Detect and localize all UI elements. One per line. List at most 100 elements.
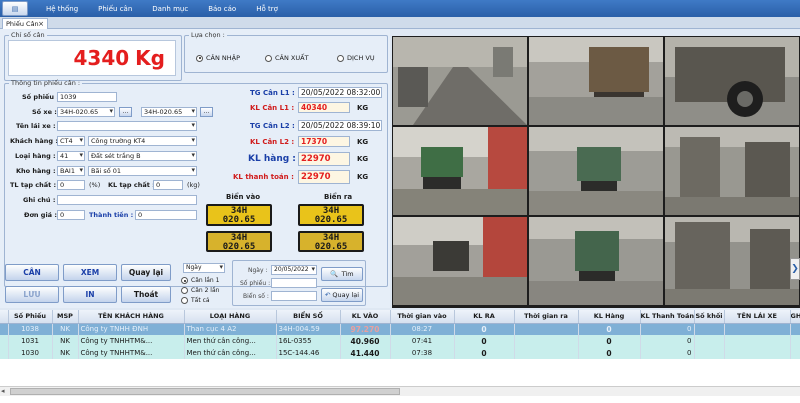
- kl-tap-chat-label: KL tạp chất :: [108, 181, 155, 189]
- plate-out-photo-2: 34H 020.65: [298, 231, 364, 252]
- col-thoi-gian-vao[interactable]: Thời gian vào: [390, 310, 455, 324]
- kl-hang-value: 22970: [298, 152, 350, 166]
- cell-ten-lai-xe: [724, 347, 791, 359]
- cell-so-khoi: [694, 323, 725, 335]
- radio-can-lan-1[interactable]: Cân lần 1: [181, 277, 219, 284]
- radio-dich-vu[interactable]: DỊCH VỤ: [337, 54, 375, 62]
- weight-value: 4340: [73, 46, 130, 70]
- close-icon[interactable]: ×: [38, 19, 44, 29]
- horizontal-scrollbar[interactable]: ◂: [0, 386, 800, 396]
- col-bien-so[interactable]: BIỂN SỐ: [276, 310, 341, 324]
- table-row[interactable]: 1038 NK Công ty TNHH ĐNH Than cục 4 A2 3…: [0, 323, 800, 335]
- camera-view-9[interactable]: [665, 217, 799, 305]
- table-row[interactable]: 1030 NK Công ty TNHHTM&... Men thứ cân c…: [0, 347, 800, 359]
- so-xe-more-button-1[interactable]: ...: [119, 107, 132, 117]
- period-select[interactable]: Ngày: [183, 263, 225, 273]
- plate-in-photo-1: 34H 020.65: [206, 204, 272, 226]
- cell-so-phieu: 1030: [8, 347, 53, 359]
- khach-hang-code-combo[interactable]: CT4: [57, 136, 85, 146]
- in-button[interactable]: IN: [63, 286, 117, 303]
- menu-danh-muc[interactable]: Danh mục: [152, 5, 188, 13]
- ngay-picker[interactable]: 20/05/2022: [271, 265, 317, 275]
- table-row[interactable]: 1031 NK Công ty TNHHTM&... Men thứ cân c…: [0, 335, 800, 347]
- so-xe-more-button-2[interactable]: ...: [200, 107, 213, 117]
- kg-unit-label: (kg): [187, 181, 200, 189]
- camera-view-1[interactable]: [393, 37, 527, 125]
- thoat-button[interactable]: Thoát: [121, 286, 171, 303]
- tl-tap-chat-label: TL tạp chất :: [10, 181, 57, 189]
- cell-kl-vao: 97.270: [340, 323, 391, 335]
- so-xe-combo-1[interactable]: 34H-020.65: [57, 107, 115, 117]
- col-kl-thanh-toan[interactable]: KL Thanh Toán: [640, 310, 695, 324]
- scrollbar-thumb[interactable]: [10, 388, 400, 395]
- col-thoi-gian-ra[interactable]: Thời gian ra: [514, 310, 579, 324]
- menu-bao-cao[interactable]: Báo cáo: [208, 5, 236, 13]
- col-ten-lai-xe[interactable]: TÊN LÁI XE: [724, 310, 791, 324]
- col-kl-vao[interactable]: KL VÀO: [340, 310, 391, 324]
- col-gh[interactable]: GH: [790, 310, 800, 324]
- tl-tap-chat-field[interactable]: 0: [57, 180, 85, 190]
- radio-label: Cân 2 lần: [191, 287, 220, 294]
- cell-ten-khach-hang: Công ty TNHH ĐNH: [78, 323, 185, 335]
- camera-view-3[interactable]: [665, 37, 799, 125]
- kho-hang-code-combo[interactable]: BAI1: [57, 166, 85, 176]
- col-loai-hang[interactable]: LOẠI HÀNG: [184, 310, 277, 324]
- cell-thoi-gian-ra: [514, 335, 579, 347]
- col-ten-khach-hang[interactable]: TÊN KHÁCH HÀNG: [78, 310, 185, 324]
- so-phieu-field[interactable]: 1039: [57, 92, 117, 102]
- camera-view-6[interactable]: [665, 127, 799, 215]
- weighing-form: Chỉ số cân 4340 Kg Lựa chọn : CÂN NHẬP C…: [0, 29, 390, 308]
- col-msp[interactable]: MSP: [52, 310, 79, 324]
- xem-button[interactable]: XEM: [63, 264, 117, 281]
- camera-view-5[interactable]: [529, 127, 663, 215]
- thanh-tien-field[interactable]: 0: [135, 210, 197, 220]
- camera-view-8[interactable]: [529, 217, 663, 305]
- radio-can-2-lan[interactable]: Cân 2 lần: [181, 287, 219, 294]
- col-kl-ra[interactable]: KL RA: [454, 310, 515, 324]
- quay-lai-button[interactable]: Quay lại: [121, 264, 171, 281]
- col-kl-hang[interactable]: KL Hàng: [578, 310, 641, 324]
- so-phieu-search-field[interactable]: [271, 278, 317, 288]
- loai-hang-name-combo[interactable]: Đất sét trắng B: [88, 151, 197, 161]
- radio-can-nhap[interactable]: CÂN NHẬP: [196, 54, 240, 62]
- quay-lai-search-button[interactable]: ↶ Quay lại: [321, 288, 363, 302]
- tim-label: Tìm: [341, 270, 354, 278]
- radio-can-xuat[interactable]: CÂN XUẤT: [265, 54, 309, 62]
- khach-hang-name-combo[interactable]: Công trường KT4: [88, 136, 197, 146]
- camera-view-4[interactable]: [393, 127, 527, 215]
- cell-kl-vao: 40.960: [340, 335, 391, 347]
- tab-phieu-can[interactable]: Phiếu Cân ×: [2, 18, 48, 29]
- luu-button[interactable]: LƯU: [5, 286, 59, 303]
- cell-msp: NK: [52, 323, 79, 335]
- cell-kl-thanh-toan: 0: [640, 347, 695, 359]
- bien-vao-title: Biển vào: [226, 193, 260, 201]
- radio-tat-ca[interactable]: Tất cả: [181, 297, 210, 304]
- menu-he-thong[interactable]: Hệ thống: [46, 5, 78, 13]
- camera-view-7[interactable]: [393, 217, 527, 305]
- ghi-chu-field[interactable]: [57, 195, 197, 205]
- chevron-right-icon[interactable]: ❯: [790, 258, 800, 280]
- app-menu-icon[interactable]: ▤: [2, 1, 28, 16]
- scroll-left-icon[interactable]: ◂: [1, 387, 5, 395]
- cell-bien-so: 15C-144.46: [276, 347, 341, 359]
- cell-bien-so: 34H-004.59: [276, 323, 341, 335]
- col-so-phieu[interactable]: Số Phiếu: [8, 310, 53, 324]
- cell-kl-hang: 0: [578, 335, 641, 347]
- kl-tap-chat-field[interactable]: 0: [153, 180, 183, 190]
- kho-hang-name-combo[interactable]: Bãi số 01: [88, 166, 197, 176]
- can-button[interactable]: CÂN: [5, 264, 59, 281]
- tim-button[interactable]: 🔍 Tìm: [321, 267, 363, 281]
- col-so-khoi[interactable]: Số khối: [694, 310, 725, 324]
- ten-lai-xe-combo[interactable]: [57, 121, 197, 131]
- cell-kl-ra: 0: [454, 323, 515, 335]
- so-xe-combo-2[interactable]: 34H-020.65: [141, 107, 197, 117]
- bien-so-search-field[interactable]: [271, 291, 317, 301]
- loai-hang-code-combo[interactable]: 41: [57, 151, 85, 161]
- radio-label: CÂN XUẤT: [275, 54, 309, 62]
- menu-ho-tro[interactable]: Hỗ trợ: [256, 5, 278, 13]
- kl-hang-label: KL hàng :: [248, 154, 296, 164]
- don-gia-field[interactable]: 0: [57, 210, 85, 220]
- ngay-label: Ngày :: [248, 267, 268, 274]
- camera-view-2[interactable]: [529, 37, 663, 125]
- menu-phieu-can[interactable]: Phiếu cân: [98, 5, 132, 13]
